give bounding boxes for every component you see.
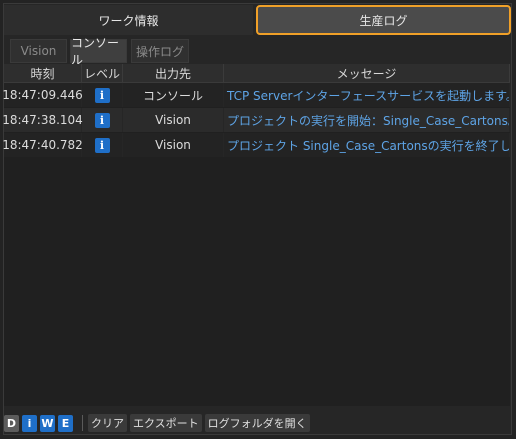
column-header-level[interactable]: レベル: [82, 64, 123, 82]
subtab-console[interactable]: コンソール: [70, 36, 127, 67]
cell-message: プロジェクトの実行を開始：Single_Case_Cartons。: [224, 108, 510, 132]
cell-level: i: [82, 133, 123, 157]
filter-error-button[interactable]: E: [58, 414, 73, 432]
tab-work-info[interactable]: ワーク情報: [4, 5, 253, 35]
cell-time: 18:47:09.446: [2, 83, 83, 107]
export-button[interactable]: エクスポート: [130, 414, 202, 432]
filter-warning-button[interactable]: W: [40, 414, 55, 432]
subtab-operation-log[interactable]: 操作ログ: [131, 39, 189, 63]
tab-production-log[interactable]: 生産ログ: [256, 5, 511, 35]
filter-info-button[interactable]: i: [22, 414, 37, 432]
cell-destination: Vision: [123, 133, 224, 157]
table-row[interactable]: 18:47:09.446 i コンソール TCP Serverインターフェースサ…: [2, 83, 510, 107]
filter-debug-button[interactable]: D: [4, 414, 19, 432]
column-header-destination[interactable]: 出力先: [123, 64, 224, 82]
toolbar-divider: [82, 415, 83, 431]
info-icon: i: [94, 112, 110, 128]
clear-button[interactable]: クリア: [88, 414, 127, 432]
log-table: 時刻 レベル 出力先 メッセージ 18:47:09.446 i コンソール TC…: [2, 64, 510, 406]
cell-destination: Vision: [123, 108, 224, 132]
cell-time: 18:47:40.782: [2, 133, 83, 157]
top-tabs: ワーク情報 生産ログ: [4, 5, 511, 36]
cell-level: i: [82, 83, 123, 107]
cell-time: 18:47:38.104: [2, 108, 83, 132]
table-header: 時刻 レベル 出力先 メッセージ: [4, 64, 510, 83]
table-row[interactable]: 18:47:38.104 i Vision プロジェクトの実行を開始：Singl…: [2, 108, 510, 132]
info-icon: i: [94, 137, 110, 153]
log-toolbar: D i W E クリア エクスポート ログフォルダを開く: [4, 412, 313, 434]
subtab-vision[interactable]: Vision: [10, 39, 67, 63]
cell-destination: コンソール: [123, 83, 224, 107]
open-log-folder-button[interactable]: ログフォルダを開く: [204, 414, 310, 432]
column-header-message[interactable]: メッセージ: [224, 64, 510, 82]
cell-level: i: [82, 108, 123, 132]
cell-message: プロジェクト Single_Case_Cartonsの実行を終了します。: [224, 133, 510, 157]
cell-message: TCP Serverインターフェースサービスを起動します。: [224, 83, 510, 107]
info-icon: i: [94, 87, 110, 103]
table-row[interactable]: 18:47:40.782 i Vision プロジェクト Single_Case…: [2, 133, 510, 157]
column-header-time[interactable]: 時刻: [4, 64, 82, 82]
